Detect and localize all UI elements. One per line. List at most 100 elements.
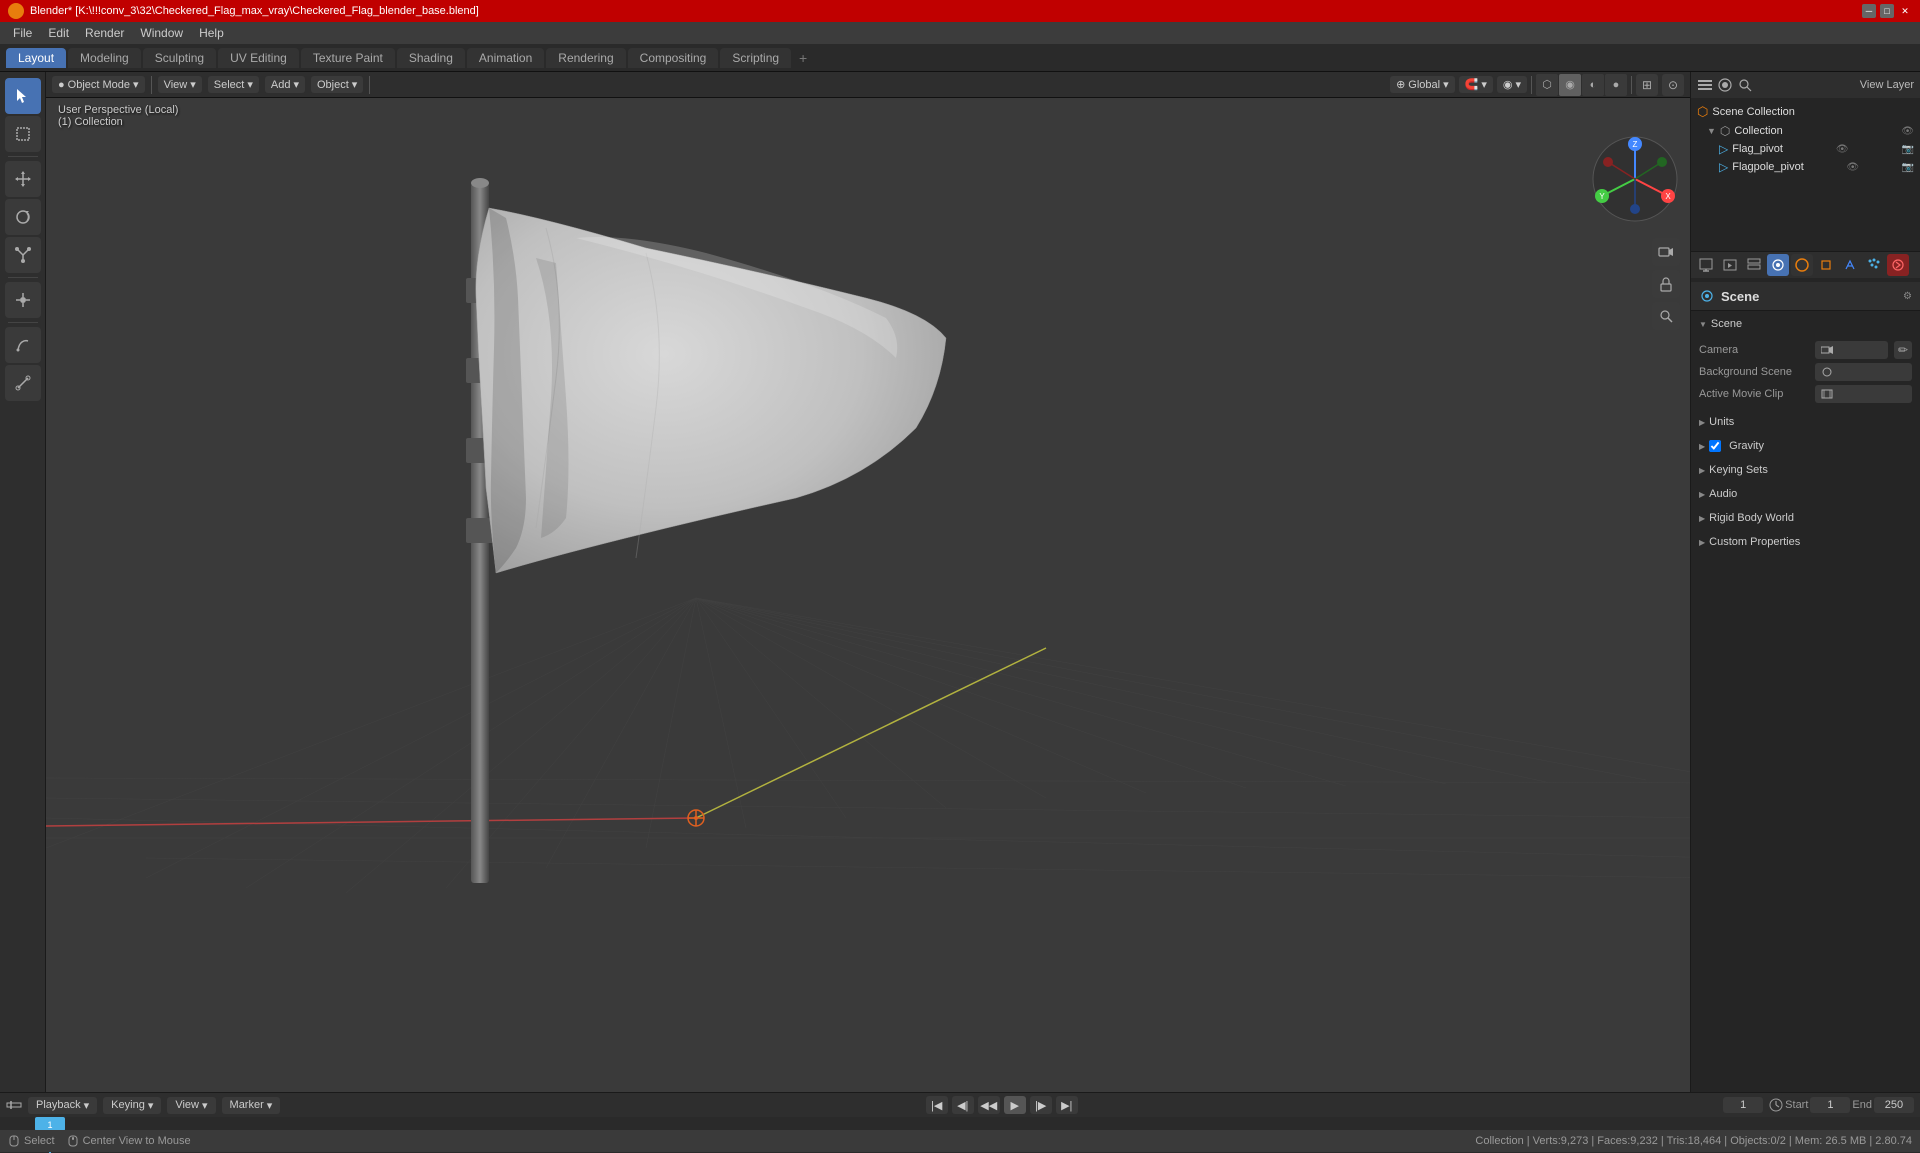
keying-sets-section: ▶ Keying Sets: [1691, 459, 1920, 481]
tab-compositing[interactable]: Compositing: [628, 48, 719, 68]
gravity-label: Gravity: [1729, 440, 1764, 452]
background-scene-row: Background Scene: [1699, 361, 1912, 383]
viewport-object-menu[interactable]: Object ▾: [311, 76, 363, 93]
tool-transform[interactable]: [5, 282, 41, 318]
viewport-mode-selector[interactable]: ● Object Mode ▾: [52, 76, 145, 93]
flagpole-eye-icon[interactable]: 👁: [1846, 162, 1859, 173]
active-movie-clip-value[interactable]: [1815, 385, 1912, 403]
overlay-button[interactable]: ⊞: [1636, 74, 1658, 96]
maximize-button[interactable]: □: [1880, 4, 1894, 18]
scene-properties-icon[interactable]: [1767, 254, 1789, 276]
play-reverse-button[interactable]: ◀◀: [978, 1096, 1000, 1114]
jump-next-keyframe-button[interactable]: |▶: [1030, 1096, 1052, 1114]
rigid-body-world-header[interactable]: ▶ Rigid Body World: [1691, 507, 1920, 529]
tab-layout[interactable]: Layout: [6, 48, 66, 68]
tool-scale[interactable]: [5, 237, 41, 273]
current-frame-field[interactable]: 1: [1723, 1097, 1763, 1113]
marker-menu[interactable]: Marker ▾: [222, 1097, 281, 1114]
material-shading-button[interactable]: ◐: [1582, 74, 1604, 96]
close-button[interactable]: ✕: [1898, 4, 1912, 18]
outliner-flagpole-pivot[interactable]: ▷ Flagpole_pivot 👁 📷: [1691, 158, 1920, 176]
flag-pivot-eye-icon[interactable]: 👁: [1836, 144, 1849, 155]
world-properties-icon[interactable]: [1791, 254, 1813, 276]
scene-section-header[interactable]: ▼ Scene: [1691, 313, 1920, 335]
global-orientation-selector[interactable]: ⊕ Global ▾: [1390, 76, 1455, 93]
add-workspace-button[interactable]: +: [793, 48, 813, 68]
workspace-tabs: Layout Modeling Sculpting UV Editing Tex…: [0, 44, 1920, 72]
menu-help[interactable]: Help: [192, 24, 231, 42]
tab-texture-paint[interactable]: Texture Paint: [301, 48, 395, 68]
props-settings-icon[interactable]: ⚙: [1903, 291, 1912, 302]
jump-prev-keyframe-button[interactable]: ◀|: [952, 1096, 974, 1114]
outliner-flag-pivot[interactable]: ▷ Flag_pivot 👁 📷: [1691, 140, 1920, 158]
tab-rendering[interactable]: Rendering: [546, 48, 625, 68]
tab-uv-editing[interactable]: UV Editing: [218, 48, 299, 68]
outliner-scene-collection[interactable]: ⬡ Scene Collection: [1691, 102, 1920, 122]
units-section-header[interactable]: ▶ Units: [1691, 411, 1920, 433]
viewport-3d[interactable]: ● Object Mode ▾ View ▾ Select ▾ Add ▾ Ob…: [46, 72, 1690, 1092]
gravity-section-header[interactable]: ▶ Gravity: [1691, 435, 1920, 457]
viewport-view-menu[interactable]: View ▾: [158, 76, 202, 93]
tab-animation[interactable]: Animation: [467, 48, 544, 68]
particles-properties-icon[interactable]: [1863, 254, 1885, 276]
proportional-edit-button[interactable]: ◉ ▾: [1497, 76, 1527, 93]
viewport-camera-button[interactable]: [1652, 238, 1680, 266]
menu-render[interactable]: Render: [78, 24, 131, 42]
viewport-grid-button[interactable]: [1652, 270, 1680, 298]
tool-cursor[interactable]: [5, 78, 41, 114]
viewport-add-menu[interactable]: Add ▾: [265, 76, 305, 93]
navigation-gizmo[interactable]: Z X Y: [1590, 134, 1680, 224]
tool-move[interactable]: [5, 161, 41, 197]
keying-menu[interactable]: Keying ▾: [103, 1097, 161, 1114]
tool-annotate[interactable]: [5, 327, 41, 363]
menu-file[interactable]: File: [6, 24, 39, 42]
outliner-collection[interactable]: ▼ ⬡ Collection 👁: [1691, 122, 1920, 140]
audio-section-header[interactable]: ▶ Audio: [1691, 483, 1920, 505]
minimize-button[interactable]: ─: [1862, 4, 1876, 18]
viewport-search-button[interactable]: [1652, 302, 1680, 330]
wireframe-shading-button[interactable]: ⬡: [1536, 74, 1558, 96]
modifier-properties-icon[interactable]: [1839, 254, 1861, 276]
play-button[interactable]: ▶: [1004, 1096, 1026, 1114]
custom-properties-header[interactable]: ▶ Custom Properties: [1691, 531, 1920, 553]
toolbar-separator-3: [8, 322, 38, 323]
view-layer-properties-icon[interactable]: [1743, 254, 1765, 276]
background-scene-value[interactable]: [1815, 363, 1912, 381]
output-properties-icon[interactable]: [1719, 254, 1741, 276]
timeline-view-menu[interactable]: View ▾: [167, 1097, 215, 1114]
keying-sets-header[interactable]: ▶ Keying Sets: [1691, 459, 1920, 481]
physics-properties-icon[interactable]: [1887, 254, 1909, 276]
tab-sculpting[interactable]: Sculpting: [143, 48, 216, 68]
menu-window[interactable]: Window: [133, 24, 190, 42]
camera-value[interactable]: [1815, 341, 1888, 359]
tab-modeling[interactable]: Modeling: [68, 48, 141, 68]
audio-arrow: ▶: [1699, 490, 1705, 499]
jump-start-button[interactable]: |◀: [926, 1096, 948, 1114]
gizmo-button[interactable]: ⊙: [1662, 74, 1684, 96]
collection-icon: ⬡: [1720, 124, 1730, 138]
viewport-select-menu[interactable]: Select ▾: [208, 76, 259, 93]
start-frame-field[interactable]: 1: [1810, 1097, 1850, 1113]
tool-rotate[interactable]: [5, 199, 41, 235]
tab-scripting[interactable]: Scripting: [720, 48, 791, 68]
camera-edit-button[interactable]: ✏: [1894, 341, 1912, 359]
render-properties-icon[interactable]: [1695, 254, 1717, 276]
rendered-shading-button[interactable]: ●: [1605, 74, 1627, 96]
jump-end-button[interactable]: ▶|: [1056, 1096, 1078, 1114]
collection-visibility-icon[interactable]: 👁: [1901, 126, 1914, 137]
gravity-checkbox[interactable]: [1709, 440, 1721, 452]
tool-measure[interactable]: [5, 365, 41, 401]
menu-edit[interactable]: Edit: [41, 24, 76, 42]
playback-menu[interactable]: Playback ▾: [28, 1097, 97, 1114]
object-properties-icon[interactable]: [1815, 254, 1837, 276]
gravity-arrow: ▶: [1699, 442, 1705, 451]
custom-properties-section: ▶ Custom Properties: [1691, 531, 1920, 553]
viewport-nav-icons: [1652, 238, 1680, 330]
solid-shading-button[interactable]: ◉: [1559, 74, 1581, 96]
flagpole-render-icon[interactable]: 📷: [1902, 162, 1914, 173]
end-frame-field[interactable]: 250: [1874, 1097, 1914, 1113]
flag-pivot-render-icon[interactable]: 📷: [1902, 144, 1914, 155]
tool-select-box[interactable]: [5, 116, 41, 152]
tab-shading[interactable]: Shading: [397, 48, 465, 68]
snap-button[interactable]: 🧲 ▾: [1459, 76, 1493, 93]
